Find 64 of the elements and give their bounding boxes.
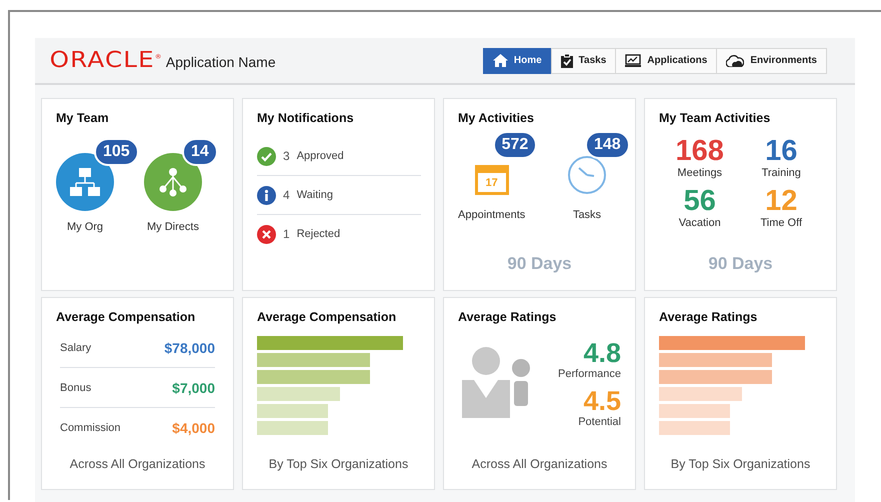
compensation-value: $78,000 (164, 340, 215, 356)
chart-bar (659, 404, 730, 418)
stat-label: Training (762, 167, 801, 179)
card-title: My Notifications (257, 111, 355, 125)
notification-label[interactable]: Rejected (296, 228, 340, 240)
app-name: Application Name (166, 54, 276, 70)
team-label: My Directs (147, 221, 199, 233)
card-title: My Activities (458, 111, 535, 125)
oracle-logo: ORACLE$^{®}$ (50, 50, 163, 72)
nav-tab[interactable]: Home (482, 48, 552, 74)
rating-value: 4.8 (583, 338, 621, 368)
card-title: My Team (56, 111, 110, 125)
nav-tab[interactable]: Tasks (550, 48, 616, 74)
nav-tab[interactable]: Applications (615, 48, 718, 74)
compensation-value: $7,000 (172, 380, 215, 396)
card-title: Average Compensation (56, 310, 196, 324)
activity-label: Appointments (458, 209, 526, 221)
card-footer: By Top Six Organizations (257, 457, 420, 471)
rating-value: 4.5 (583, 386, 621, 416)
card-title: Average Ratings (659, 310, 758, 324)
calendar-date: 17 (486, 176, 498, 188)
card-title: My Team Activities (659, 111, 772, 125)
info-icon (257, 186, 276, 204)
compensation-label: Bonus (60, 382, 92, 394)
notification-label[interactable]: Approved (296, 150, 344, 162)
cloud-icon (726, 54, 744, 66)
stat-label: Time Off (760, 217, 802, 229)
rating-label: Performance (558, 368, 621, 380)
card-title: Average Ratings (458, 310, 558, 324)
card-title: Average Compensation (257, 310, 398, 324)
chart-bar (257, 404, 328, 418)
period-label: 90 Days (506, 254, 573, 274)
stat-value: 16 (765, 135, 798, 167)
activity-label: Tasks (572, 209, 602, 221)
count-badge: 14 (182, 138, 218, 166)
compensation-label: Commission (60, 422, 121, 434)
notification-label[interactable]: Waiting (296, 189, 333, 201)
count-badge: 572 (492, 131, 538, 159)
notification-count: 1 (283, 227, 290, 241)
check-icon (257, 146, 276, 166)
chart-bar (659, 421, 730, 435)
chart-monitor-icon (625, 54, 642, 67)
error-icon (257, 224, 276, 244)
stat-label: Meetings (677, 167, 722, 179)
card-footer: Across All Organizations (56, 457, 219, 471)
compensation-label: Salary (60, 342, 92, 354)
period-label: 90 Days (707, 254, 774, 274)
compensation-value: $4,000 (172, 420, 215, 436)
card-footer: Across All Organizations (458, 457, 621, 471)
count-badge: 148 (585, 131, 630, 159)
count-badge: 105 (94, 138, 139, 166)
rating-label: Potential (578, 416, 621, 428)
stat-value: 56 (684, 185, 716, 217)
nav-tab[interactable]: Environments (716, 48, 827, 74)
stat-value: 12 (765, 185, 798, 217)
home-icon (492, 54, 508, 67)
notification-count: 3 (283, 149, 290, 163)
chart-bar (257, 421, 328, 435)
notification-count: 4 (283, 188, 290, 202)
team-label: My Org (66, 221, 104, 233)
stat-value: 168 (676, 135, 724, 167)
clipboard-icon (560, 54, 573, 68)
card-footer: By Top Six Organizations (659, 457, 822, 471)
stat-label: Vacation (678, 217, 721, 229)
